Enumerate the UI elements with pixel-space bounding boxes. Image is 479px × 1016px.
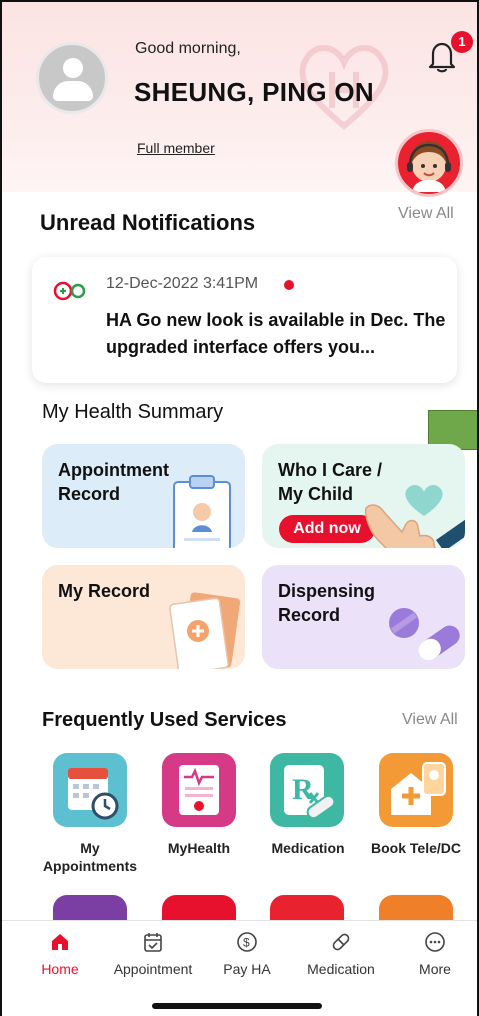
assistant-avatar-icon	[407, 141, 451, 192]
dispensing-record-card[interactable]: Dispensing Record	[262, 565, 465, 669]
notifications-view-all-link[interactable]: View All	[398, 205, 454, 223]
bottom-navigation: Home Appointment $ Pay HA Medication Mor…	[2, 920, 477, 1016]
membership-link[interactable]: Full member	[137, 140, 215, 156]
nav-medication[interactable]: Medication	[296, 931, 386, 977]
profile-header: Good morning, SHEUNG, PING ON Full membe…	[2, 2, 477, 197]
clipboard-doctor-icon	[173, 475, 231, 548]
app-screen: Good morning, SHEUNG, PING ON Full membe…	[0, 0, 479, 1016]
services-view-all-link[interactable]: View All	[402, 711, 458, 729]
service-label: Medication	[271, 840, 345, 856]
nav-appointment[interactable]: Appointment	[108, 931, 198, 977]
card-label: Who I Care / My Child	[278, 460, 383, 504]
ha-go-logo-icon	[53, 281, 86, 301]
pills-icon	[389, 608, 460, 661]
nav-home[interactable]: Home	[15, 931, 105, 977]
nav-label: Pay HA	[223, 961, 271, 977]
medical-folder-icon	[169, 592, 241, 669]
appointment-record-card[interactable]: Appointment Record	[42, 444, 245, 548]
clinic-icon	[379, 753, 453, 827]
nav-label: More	[419, 961, 451, 977]
notification-date: 12-Dec-2022 3:41PM	[106, 275, 259, 292]
notification-card[interactable]: 12-Dec-2022 3:41PM HA Go new look is ava…	[32, 257, 457, 383]
nav-more[interactable]: More	[390, 931, 477, 977]
more-icon	[425, 932, 445, 952]
calendar-clock-icon	[53, 753, 127, 827]
service-label: MyHealth	[167, 840, 231, 856]
avatar-head-icon	[63, 58, 83, 78]
services-title: Frequently Used Services	[42, 709, 287, 731]
notification-badge: 1	[451, 31, 473, 53]
virtual-assistant-button[interactable]	[395, 129, 463, 197]
user-avatar[interactable]	[36, 42, 108, 114]
nav-pay-ha[interactable]: $ Pay HA	[202, 931, 292, 977]
home-indicator[interactable]	[152, 1003, 322, 1009]
home-icon	[52, 934, 68, 950]
my-record-card[interactable]: My Record	[42, 565, 245, 669]
nav-label: Medication	[307, 961, 375, 977]
notification-text: HA Go new look is available in Dec. The …	[106, 310, 446, 357]
calendar-icon	[144, 933, 162, 952]
avatar-body-icon	[53, 81, 93, 101]
unread-dot	[284, 280, 294, 290]
unread-notifications-title: Unread Notifications	[40, 210, 256, 235]
nav-label: Home	[41, 961, 79, 977]
pill-icon	[332, 933, 350, 951]
dollar-icon: $	[237, 932, 257, 952]
who-i-care-card[interactable]: Who I Care / My Child Add now	[262, 444, 465, 548]
rx-icon: R	[270, 753, 344, 827]
health-summary-title: My Health Summary	[42, 401, 224, 423]
service-label: My Appointments	[42, 840, 138, 874]
pointing-hand-icon	[364, 504, 465, 548]
user-name: SHEUNG, PING ON	[134, 77, 374, 107]
nav-label: Appointment	[113, 961, 193, 977]
greeting-text: Good morning,	[135, 40, 241, 57]
card-label: My Record	[58, 581, 151, 601]
card-label: Appointment Record	[58, 460, 169, 504]
health-record-icon	[162, 753, 236, 827]
service-label: Book Tele/DC	[371, 840, 461, 856]
svg-text:$: $	[243, 936, 250, 950]
